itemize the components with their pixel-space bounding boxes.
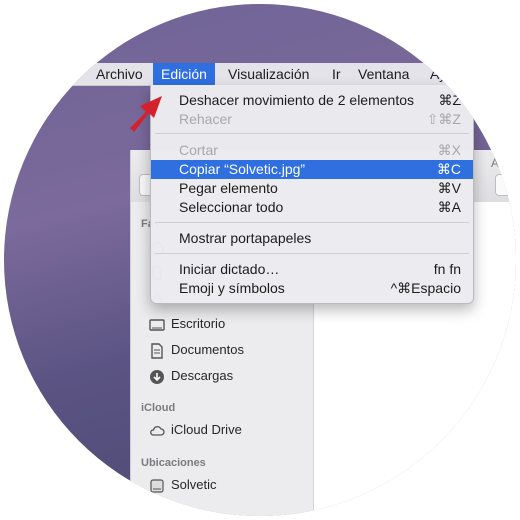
- menu-item-rehacer[interactable]: Rehacer ⇧⌘Z: [151, 110, 473, 129]
- menu-item-seleccionar-todo[interactable]: Seleccionar todo ⌘A: [151, 198, 473, 217]
- menu-separator: [155, 253, 469, 254]
- locations-header: Ubicaciones: [141, 457, 206, 469]
- toolbar-button[interactable]: [495, 174, 516, 196]
- menu-item-mostrar-portapapeles[interactable]: Mostrar portapapeles: [151, 229, 473, 248]
- menu-item-label: Copiar “Solvetic.jpg”: [179, 161, 306, 177]
- menu-item-emoji-simbolos[interactable]: Emoji y símbolos ^⌘Espacio: [151, 279, 473, 298]
- menu-item-shortcut: ⌘V: [437, 180, 461, 196]
- edit-menu-dropdown: Deshacer movimiento de 2 elementos ⌘Z Re…: [150, 85, 474, 304]
- sidebar-item-label: Escritorio: [171, 316, 226, 331]
- menu-item-shortcut: ^⌘Espacio: [390, 280, 461, 296]
- menu-ventana[interactable]: Ventana: [350, 63, 417, 85]
- sidebar-item-label: Documentos: [171, 342, 244, 357]
- menu-separator: [155, 133, 469, 134]
- menu-item-pegar[interactable]: Pegar elemento ⌘V: [151, 179, 473, 198]
- menu-ir[interactable]: Ir: [324, 63, 349, 85]
- menu-archivo[interactable]: Archivo: [88, 63, 151, 85]
- menu-item-shortcut: ⌘Z: [438, 92, 461, 108]
- menu-separator: [155, 222, 469, 223]
- sidebar-item-label: Descargas: [171, 368, 234, 383]
- menu-item-label: Pegar elemento: [179, 180, 278, 196]
- menu-item-iniciar-dictado[interactable]: Iniciar dictado… fn fn: [151, 260, 473, 279]
- sidebar-item-descargas[interactable]: Descargas: [149, 366, 233, 386]
- menu-edicion[interactable]: Edición: [153, 63, 215, 85]
- menu-item-shortcut: ⌘X: [437, 142, 461, 158]
- menu-item-shortcut: ⇧⌘Z: [426, 111, 461, 127]
- screenshot-circle: Arc Fav: [4, 4, 516, 516]
- menu-item-label: Mostrar portapapeles: [179, 230, 312, 246]
- menu-item-shortcut: ⌘C: [436, 161, 461, 177]
- red-arrow-icon: [130, 96, 162, 132]
- drive-icon: [149, 478, 165, 494]
- menu-item-label: Iniciar dictado…: [179, 261, 280, 277]
- sidebar-item-label: iCloud Drive: [171, 422, 242, 437]
- menu-item-cortar[interactable]: Cortar ⌘X: [151, 141, 473, 160]
- menu-bar: Archivo Edición Visualización Ir Ventana…: [4, 63, 516, 86]
- menu-item-label: Cortar: [179, 142, 218, 158]
- sidebar-item-documentos[interactable]: Documentos: [149, 340, 244, 360]
- menu-item-deshacer[interactable]: Deshacer movimiento de 2 elementos ⌘Z: [151, 91, 473, 110]
- sidebar-item-icloud-drive[interactable]: iCloud Drive: [149, 420, 242, 440]
- sidebar-item-label: Solvetic: [171, 477, 217, 492]
- window-title: Arc: [491, 156, 509, 170]
- menu-item-shortcut: ⌘A: [437, 199, 461, 215]
- menu-visualizacion[interactable]: Visualización: [220, 63, 317, 85]
- menu-item-shortcut: fn fn: [433, 261, 461, 277]
- cloud-icon: [149, 423, 165, 439]
- icloud-header: iCloud: [141, 402, 176, 414]
- document-icon: [149, 342, 165, 359]
- menu-item-label: Seleccionar todo: [179, 199, 284, 215]
- sidebar-item-escritorio[interactable]: Escritorio: [149, 314, 225, 334]
- sidebar-item-solvetic[interactable]: Solvetic: [149, 475, 217, 495]
- menu-ayuda[interactable]: Ay: [422, 63, 454, 85]
- desktop-icon: [149, 317, 165, 333]
- menu-item-label: Deshacer movimiento de 2 elementos: [179, 92, 415, 108]
- menu-item-copiar[interactable]: Copiar “Solvetic.jpg” ⌘C: [151, 160, 473, 179]
- menu-item-label: Emoji y símbolos: [179, 280, 285, 296]
- download-icon: [149, 369, 165, 385]
- menu-item-label: Rehacer: [179, 111, 232, 127]
